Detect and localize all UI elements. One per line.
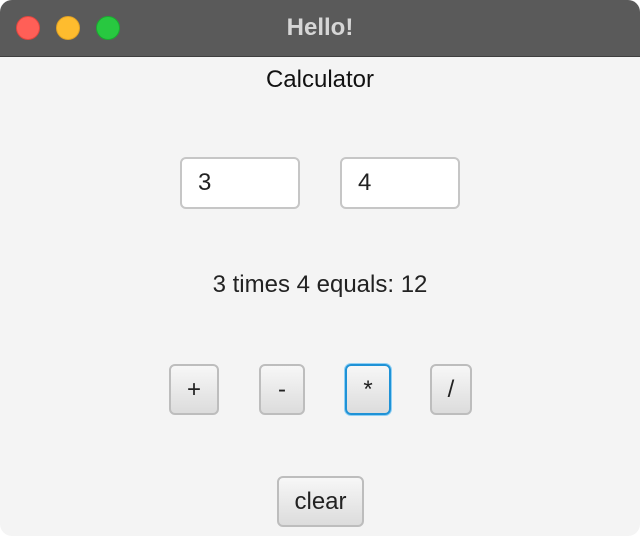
second-number-input[interactable] bbox=[340, 157, 460, 209]
first-number-input[interactable] bbox=[180, 157, 300, 209]
result-label: 3 times 4 equals: 12 bbox=[212, 271, 428, 298]
app-window: Hello! Calculator 3 times 4 equals: 12 +… bbox=[0, 0, 640, 536]
subtract-button[interactable]: - bbox=[259, 364, 305, 415]
divide-button[interactable]: / bbox=[430, 364, 472, 415]
multiply-button[interactable]: * bbox=[345, 364, 391, 415]
add-button[interactable]: + bbox=[169, 364, 219, 415]
window-title: Hello! bbox=[286, 14, 354, 41]
page-title: Calculator bbox=[265, 66, 375, 93]
title-bar[interactable]: Hello! bbox=[0, 0, 640, 57]
clear-button[interactable]: clear bbox=[277, 476, 364, 527]
